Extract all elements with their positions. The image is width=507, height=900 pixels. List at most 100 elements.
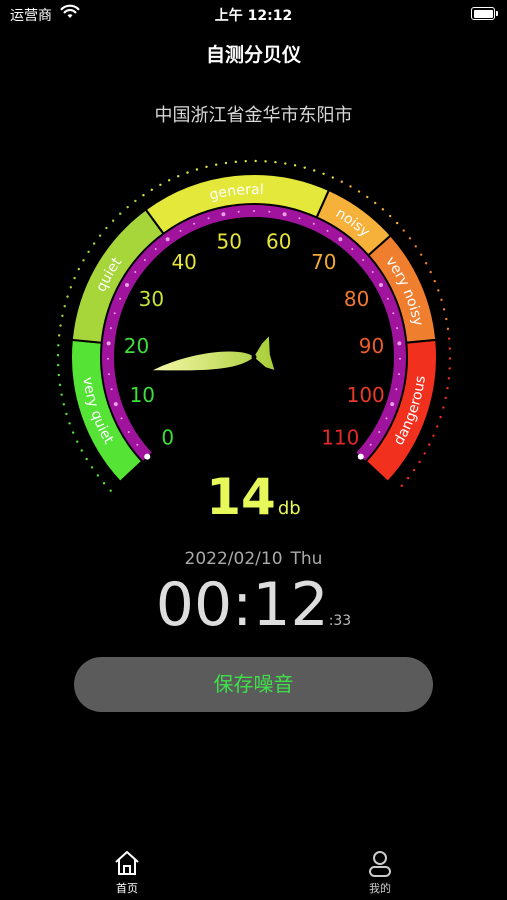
outer-dot bbox=[82, 259, 85, 262]
page-title: 自测分贝仪 bbox=[205, 44, 301, 66]
inner-ring-dot bbox=[107, 357, 110, 360]
gauge-tick-label: 80 bbox=[344, 287, 369, 311]
outer-dot bbox=[57, 344, 60, 347]
outer-dot bbox=[445, 317, 448, 321]
user-icon bbox=[369, 851, 391, 877]
gauge-tick-label: 110 bbox=[321, 425, 359, 449]
outer-dot bbox=[150, 188, 153, 191]
inner-ring-dot bbox=[312, 222, 315, 225]
outer-dot bbox=[433, 279, 436, 283]
outer-dot bbox=[65, 412, 68, 416]
outer-dot bbox=[447, 337, 451, 340]
inner-ring-dot bbox=[398, 357, 401, 360]
inner-ring-dot bbox=[237, 210, 240, 213]
outer-dot bbox=[408, 237, 412, 240]
inner-ring-dot bbox=[127, 430, 130, 433]
outer-dot bbox=[92, 242, 96, 245]
outer-dot bbox=[77, 267, 81, 271]
outer-dot bbox=[76, 440, 79, 443]
outer-dot bbox=[134, 199, 137, 203]
outer-dot bbox=[244, 159, 247, 163]
time-main: 00:12 bbox=[155, 570, 329, 640]
inner-ring-dot bbox=[268, 210, 271, 213]
outer-dot bbox=[80, 449, 83, 452]
decibel-value: 14 bbox=[206, 468, 276, 526]
outer-dot bbox=[448, 347, 452, 350]
outer-dot bbox=[444, 396, 447, 400]
inner-ring-dot bbox=[392, 312, 395, 315]
inner-ring-dot bbox=[397, 373, 400, 376]
decibel-unit: db bbox=[277, 498, 301, 519]
inner-ring-dot bbox=[110, 388, 113, 391]
outer-dot bbox=[429, 270, 432, 274]
outer-dot bbox=[58, 383, 62, 387]
outer-dot bbox=[195, 168, 199, 171]
outer-dot bbox=[388, 214, 392, 218]
tab-home-label: 首页 bbox=[116, 882, 138, 895]
inner-ring-dot bbox=[386, 297, 389, 300]
inner-ring-dot bbox=[193, 222, 196, 225]
outer-dot bbox=[142, 193, 145, 197]
outer-dot bbox=[274, 160, 277, 164]
save-noise-button[interactable]: 保存噪音 bbox=[74, 657, 433, 712]
inner-ring-dot bbox=[378, 430, 381, 433]
outer-dot bbox=[293, 164, 297, 167]
outer-dot bbox=[424, 262, 428, 265]
time-seconds: :33 bbox=[328, 613, 352, 629]
time-display: 00:12:33 bbox=[0, 570, 507, 640]
status-time: 上午 12:12 bbox=[214, 8, 293, 24]
inner-ring-dot bbox=[379, 283, 384, 288]
outer-dot bbox=[87, 250, 90, 254]
outer-dot bbox=[447, 377, 451, 380]
outer-dot bbox=[168, 179, 171, 182]
inner-ring-dot bbox=[371, 271, 374, 274]
battery-icon bbox=[471, 7, 498, 20]
outer-dot bbox=[85, 457, 88, 461]
inner-ring-dot bbox=[395, 388, 398, 391]
tab-mine[interactable]: 我的 bbox=[330, 848, 430, 896]
outer-dot bbox=[60, 393, 63, 396]
gauge-tick-label: 20 bbox=[124, 334, 149, 358]
outer-dot bbox=[205, 165, 208, 169]
outer-dot bbox=[177, 175, 180, 178]
gauge-tick-label: 100 bbox=[347, 383, 385, 407]
outer-dot bbox=[159, 183, 162, 187]
inner-ring-dot bbox=[207, 217, 210, 220]
gauge-tick-label: 90 bbox=[359, 334, 384, 358]
outer-dot bbox=[446, 386, 449, 390]
decibel-gauge: very quietquietgeneralnoisyvery noisydan… bbox=[56, 159, 452, 492]
inner-ring-dot bbox=[298, 217, 301, 220]
outer-dot bbox=[61, 314, 64, 317]
inner-ring-dot bbox=[338, 237, 343, 242]
outer-dot bbox=[419, 253, 423, 256]
outer-dot bbox=[340, 180, 343, 183]
date-label: 2022/02/10 bbox=[184, 549, 283, 569]
inner-ring-dot bbox=[385, 417, 388, 420]
outer-dot bbox=[303, 166, 306, 169]
outer-dot bbox=[69, 286, 73, 289]
inner-ring-dot bbox=[124, 283, 129, 288]
outer-dot bbox=[446, 327, 450, 331]
outer-dot bbox=[423, 452, 426, 455]
tab-home[interactable]: 首页 bbox=[77, 848, 177, 896]
inner-ring-dot bbox=[134, 271, 137, 274]
outer-dot bbox=[66, 295, 69, 298]
outer-dot bbox=[234, 160, 238, 164]
gauge-tick-label: 10 bbox=[130, 383, 155, 407]
status-bar: 运营商 上午 12:12 bbox=[0, 0, 507, 28]
gauge-tick-label: 60 bbox=[266, 230, 291, 254]
inner-ring-dot bbox=[351, 248, 354, 251]
outer-dot bbox=[224, 161, 228, 165]
outer-dot bbox=[402, 229, 405, 232]
outer-dot bbox=[71, 431, 75, 434]
weekday-label: Thu bbox=[290, 549, 323, 569]
outer-dot bbox=[331, 176, 334, 179]
outer-dot bbox=[374, 201, 377, 205]
inner-ring-dot bbox=[282, 212, 287, 217]
gauge-tick-label: 0 bbox=[161, 425, 174, 449]
outer-dot bbox=[186, 171, 189, 174]
outer-dot bbox=[119, 212, 122, 215]
outer-dot bbox=[428, 443, 431, 446]
outer-dot bbox=[437, 289, 440, 292]
outer-dot bbox=[414, 245, 417, 248]
